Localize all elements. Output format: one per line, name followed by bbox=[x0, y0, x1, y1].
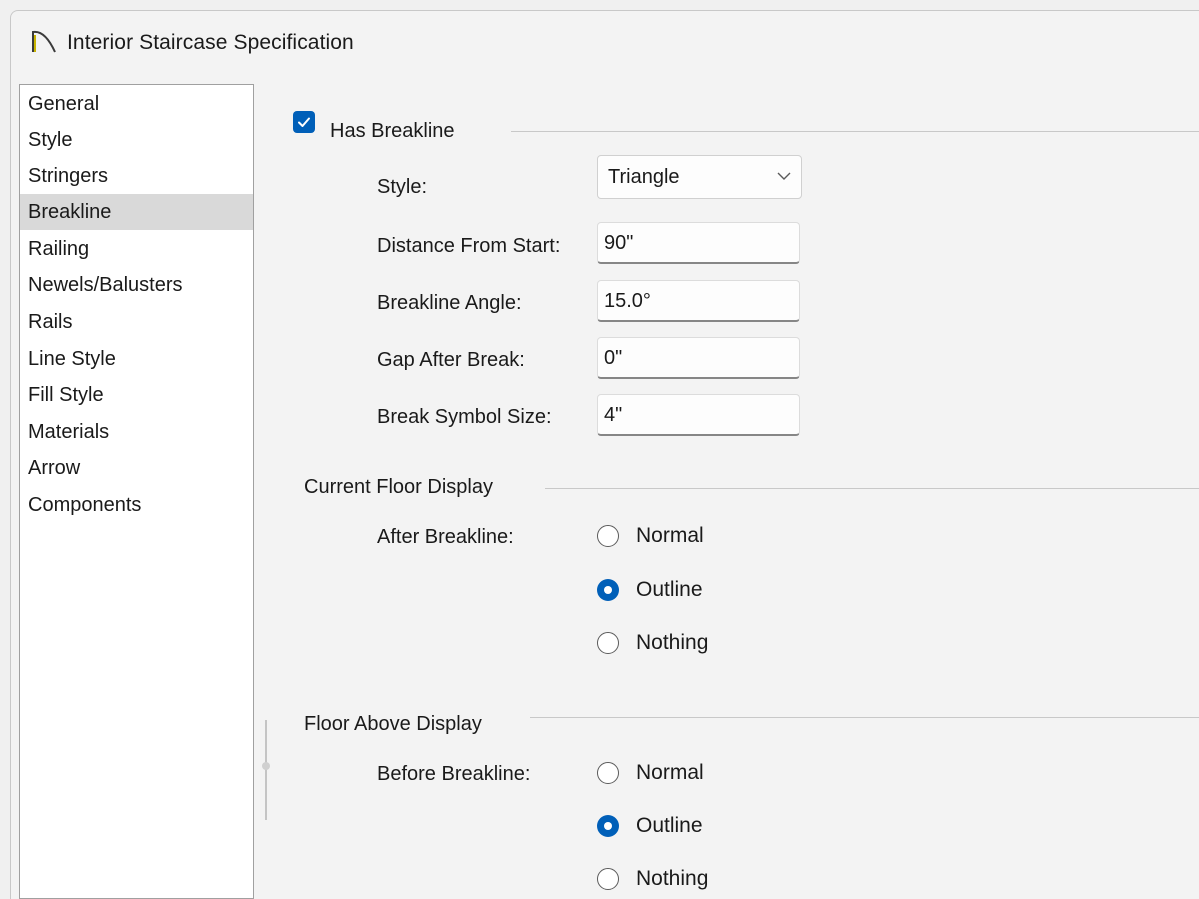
current-floor-display-group-label: Current Floor Display bbox=[304, 476, 493, 498]
nav-item-fill-style[interactable]: Fill Style bbox=[20, 377, 253, 413]
after-breakline-nothing-radio[interactable]: Nothing bbox=[597, 628, 708, 658]
radio-unselected-icon bbox=[597, 762, 619, 784]
group-divider bbox=[511, 131, 1199, 132]
distance-from-start-label: Distance From Start: bbox=[377, 235, 561, 257]
radio-unselected-icon bbox=[597, 868, 619, 890]
breakline-angle-label: Breakline Angle: bbox=[377, 292, 522, 314]
nav-item-breakline[interactable]: Breakline bbox=[20, 194, 253, 230]
distance-from-start-input[interactable]: 90" bbox=[597, 222, 800, 264]
after-breakline-label: After Breakline: bbox=[377, 526, 514, 548]
breakline-angle-input[interactable]: 15.0° bbox=[597, 280, 800, 322]
nav-item-railing[interactable]: Railing bbox=[20, 231, 253, 267]
before-breakline-outline-radio[interactable]: Outline bbox=[597, 811, 703, 841]
radio-label: Outline bbox=[636, 578, 703, 601]
after-breakline-outline-radio[interactable]: Outline bbox=[597, 575, 703, 605]
break-symbol-size-input[interactable]: 4" bbox=[597, 394, 800, 436]
nav-item-arrow[interactable]: Arrow bbox=[20, 450, 253, 486]
has-breakline-checkbox[interactable] bbox=[293, 111, 315, 133]
radio-label: Nothing bbox=[636, 631, 709, 654]
nav-item-rails[interactable]: Rails bbox=[20, 304, 253, 340]
style-dropdown-value: Triangle bbox=[608, 166, 680, 188]
group-divider bbox=[530, 717, 1199, 718]
radio-selected-icon bbox=[597, 579, 619, 601]
floor-above-display-group-label: Floor Above Display bbox=[304, 713, 482, 735]
staircase-app-icon bbox=[31, 28, 57, 54]
nav-item-style[interactable]: Style bbox=[20, 122, 253, 158]
checkmark-icon bbox=[298, 117, 310, 127]
before-breakline-label: Before Breakline: bbox=[377, 763, 531, 785]
radio-label: Normal bbox=[636, 761, 704, 784]
window-title: Interior Staircase Specification bbox=[67, 31, 354, 54]
has-breakline-label[interactable]: Has Breakline bbox=[330, 120, 455, 143]
after-breakline-normal-radio[interactable]: Normal bbox=[597, 521, 704, 551]
chevron-down-icon bbox=[777, 172, 791, 180]
gap-after-break-input[interactable]: 0" bbox=[597, 337, 800, 379]
radio-unselected-icon bbox=[597, 632, 619, 654]
before-breakline-normal-radio[interactable]: Normal bbox=[597, 758, 704, 788]
title-bar: Interior Staircase Specification bbox=[11, 11, 1199, 75]
panel-splitter[interactable] bbox=[265, 720, 267, 820]
radio-selected-icon bbox=[597, 815, 619, 837]
nav-item-line-style[interactable]: Line Style bbox=[20, 341, 253, 377]
style-dropdown[interactable]: Triangle bbox=[597, 155, 802, 199]
nav-item-components[interactable]: Components bbox=[20, 487, 253, 523]
group-divider bbox=[545, 488, 1199, 489]
nav-item-newels-balusters[interactable]: Newels/Balusters bbox=[20, 267, 253, 303]
nav-item-general[interactable]: General bbox=[20, 86, 253, 122]
style-label: Style: bbox=[377, 176, 428, 198]
nav-item-stringers[interactable]: Stringers bbox=[20, 158, 253, 194]
before-breakline-nothing-radio[interactable]: Nothing bbox=[597, 864, 708, 894]
radio-label: Nothing bbox=[636, 867, 709, 890]
break-symbol-size-label: Break Symbol Size: bbox=[377, 406, 552, 428]
category-list[interactable]: General Style Stringers Breakline Railin… bbox=[19, 84, 254, 899]
splitter-grip-icon[interactable] bbox=[262, 762, 270, 770]
nav-item-materials[interactable]: Materials bbox=[20, 414, 253, 450]
radio-label: Normal bbox=[636, 524, 704, 547]
radio-unselected-icon bbox=[597, 525, 619, 547]
radio-label: Outline bbox=[636, 814, 703, 837]
gap-after-break-label: Gap After Break: bbox=[377, 349, 525, 371]
